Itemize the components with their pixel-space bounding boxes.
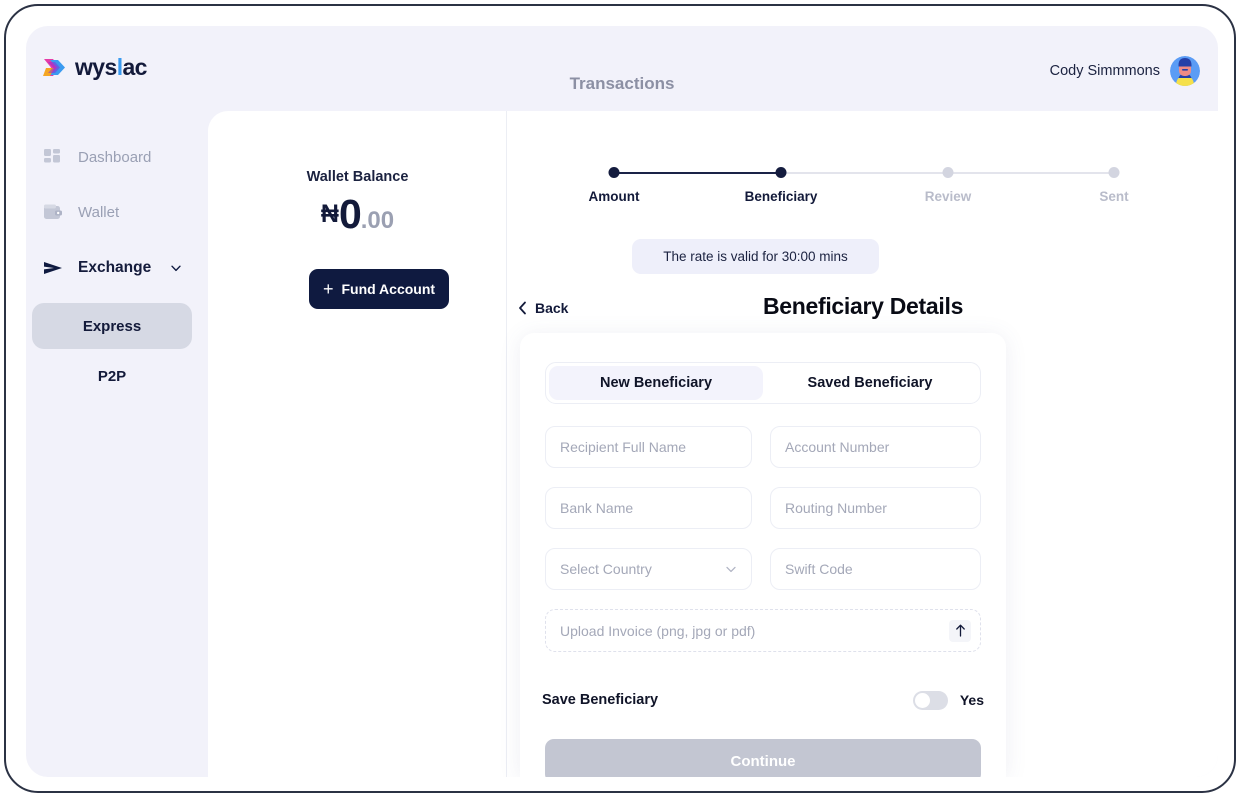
send-arrow-icon bbox=[44, 262, 62, 274]
chevron-down-icon bbox=[171, 265, 181, 272]
field-placeholder: Select Country bbox=[560, 561, 652, 577]
sidebar-item-dashboard[interactable]: Dashboard bbox=[26, 134, 208, 180]
transfer-flow-panel: Amount Beneficiary Review Sent The rate … bbox=[508, 111, 1218, 777]
wallet-panel: Wallet Balance ₦0.00 + Fund Account bbox=[208, 111, 507, 777]
stepper-dot-sent[interactable] bbox=[1108, 167, 1120, 178]
wallet-balance-label: Wallet Balance bbox=[306, 169, 409, 185]
field-placeholder: Routing Number bbox=[785, 500, 887, 516]
toggle-knob bbox=[914, 692, 930, 708]
plus-icon: + bbox=[322, 279, 334, 299]
amount-decimal: .00 bbox=[360, 207, 395, 234]
field-placeholder: Bank Name bbox=[560, 500, 634, 516]
app-page: wyslac Transactions Cody Simmmons Dashbo… bbox=[26, 26, 1218, 777]
stepper-line-3 bbox=[948, 172, 1114, 174]
stepper-dot-beneficiary[interactable] bbox=[775, 167, 787, 178]
stepper-label-review: Review bbox=[924, 189, 972, 204]
recipient-full-name-input[interactable]: Recipient Full Name bbox=[545, 426, 752, 468]
sidebar-item-label: Exchange bbox=[78, 259, 152, 276]
page-title: Transactions bbox=[569, 74, 675, 93]
rate-validity-notice: The rate is valid for 30:00 mins bbox=[632, 239, 879, 274]
stepper-line-1 bbox=[614, 172, 781, 174]
sidebar-item-label: Dashboard bbox=[78, 148, 152, 166]
routing-number-input[interactable]: Routing Number bbox=[770, 487, 981, 529]
stepper-label-amount: Amount bbox=[588, 189, 640, 204]
stepper-label-beneficiary: Beneficiary bbox=[744, 189, 818, 204]
wallet-icon bbox=[44, 204, 62, 219]
save-beneficiary-toggle[interactable] bbox=[912, 690, 948, 710]
continue-button[interactable]: Continue bbox=[545, 739, 981, 777]
sidebar-item-label: Express bbox=[82, 317, 142, 335]
upload-invoice-dropzone[interactable]: Upload Invoice (png, jpg or pdf) bbox=[545, 609, 981, 652]
fund-account-button[interactable]: + Fund Account bbox=[309, 269, 449, 309]
beneficiary-tab-switcher: New Beneficiary Saved Beneficiary bbox=[545, 362, 981, 404]
upload-placeholder: Upload Invoice (png, jpg or pdf) bbox=[560, 622, 756, 639]
chevron-down-icon bbox=[726, 566, 736, 573]
stepper-dot-review[interactable] bbox=[942, 167, 954, 178]
stepper-line-2 bbox=[781, 172, 948, 174]
section-title: Beneficiary Details bbox=[762, 293, 964, 319]
field-placeholder: Account Number bbox=[785, 439, 890, 455]
save-beneficiary-row: Save Beneficiary Yes bbox=[542, 688, 984, 712]
swift-code-input[interactable]: Swift Code bbox=[770, 548, 981, 590]
avatar[interactable] bbox=[1170, 56, 1200, 86]
bank-name-input[interactable]: Bank Name bbox=[545, 487, 752, 529]
beneficiary-form-card: New Beneficiary Saved Beneficiary Recipi… bbox=[520, 333, 1006, 777]
save-beneficiary-value: Yes bbox=[959, 692, 984, 708]
save-beneficiary-control: Yes bbox=[912, 690, 984, 710]
upload-arrow-icon[interactable] bbox=[949, 619, 971, 642]
amount-integer: 0 bbox=[338, 191, 362, 237]
device-frame: wyslac Transactions Cody Simmmons Dashbo… bbox=[4, 4, 1236, 793]
sidebar-item-exchange[interactable]: Exchange bbox=[26, 245, 208, 291]
dashboard-grid-icon bbox=[44, 149, 60, 163]
account-number-input[interactable]: Account Number bbox=[770, 426, 981, 468]
sidebar-item-label: Wallet bbox=[78, 203, 120, 221]
sidebar-item-wallet[interactable]: Wallet bbox=[26, 189, 208, 235]
select-country-dropdown[interactable]: Select Country bbox=[545, 548, 752, 590]
wallet-balance-amount: ₦0.00 bbox=[208, 191, 507, 238]
save-beneficiary-label: Save Beneficiary bbox=[542, 692, 659, 708]
sidebar-nav: Dashboard Wallet Exchange Express P2P bbox=[26, 111, 208, 777]
fund-account-label: Fund Account bbox=[341, 281, 436, 297]
field-placeholder: Recipient Full Name bbox=[560, 439, 687, 455]
stepper-label-sent: Sent bbox=[1099, 189, 1129, 204]
user-name: Cody Simmmons bbox=[1049, 63, 1160, 79]
tab-new-beneficiary[interactable]: New Beneficiary bbox=[549, 366, 763, 400]
app-header: wyslac Transactions Cody Simmmons bbox=[26, 26, 1218, 111]
field-placeholder: Swift Code bbox=[785, 561, 853, 577]
stepper-dot-amount[interactable] bbox=[608, 167, 620, 178]
sidebar-item-express[interactable]: Express bbox=[32, 303, 192, 349]
sidebar-item-p2p[interactable]: P2P bbox=[32, 353, 192, 399]
currency-symbol: ₦ bbox=[320, 200, 339, 228]
user-menu[interactable]: Cody Simmmons bbox=[1050, 56, 1200, 86]
sidebar-item-label: P2P bbox=[97, 367, 127, 385]
stepper-track: Amount Beneficiary Review Sent bbox=[589, 167, 1129, 204]
content-card: Wallet Balance ₦0.00 + Fund Account Amou… bbox=[208, 111, 1218, 777]
tab-saved-beneficiary[interactable]: Saved Beneficiary bbox=[763, 366, 977, 400]
